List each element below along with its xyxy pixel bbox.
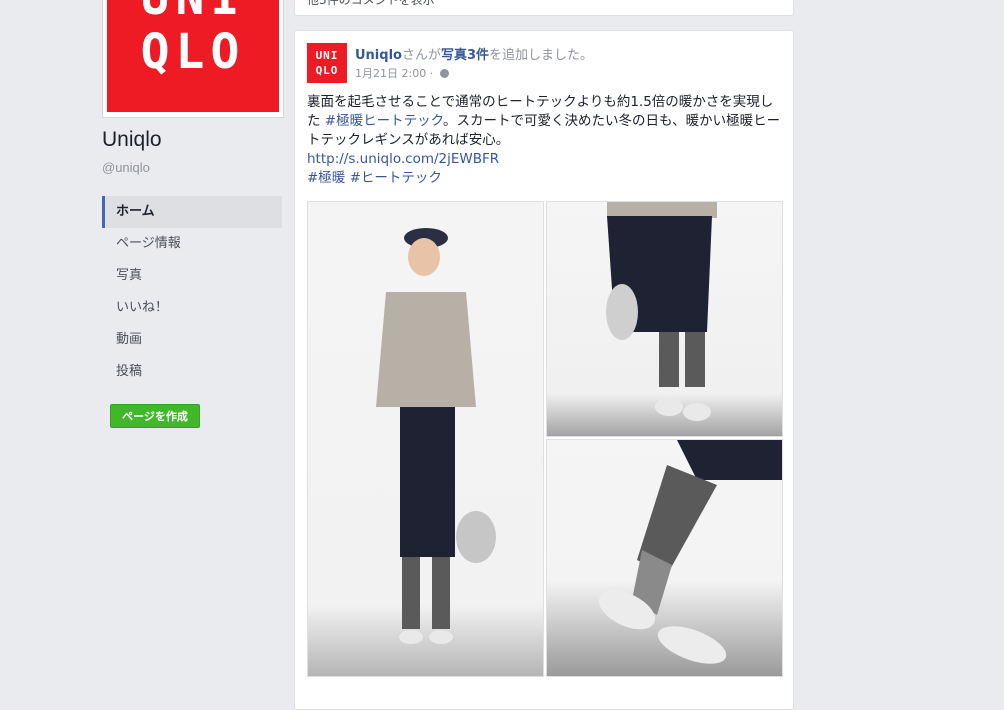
page-nav: ホーム ページ情報 写真 いいね！ 動画 投稿: [102, 196, 282, 388]
author-name-link[interactable]: Uniqlo: [355, 48, 402, 63]
hashtag-gokudan[interactable]: #極暖: [307, 170, 345, 186]
photo-1-illustration: [376, 228, 496, 644]
avatar-text-row1: UNI: [315, 49, 339, 62]
post-photo-2[interactable]: [546, 201, 783, 437]
meta-separator: ·: [429, 67, 434, 80]
post-photo-1[interactable]: [307, 201, 544, 677]
nav-item-about[interactable]: ページ情報: [102, 228, 282, 260]
post-meta: 1月21日 2:00 ·: [355, 65, 449, 81]
view-more-comments-link[interactable]: 他3件のコメントを表示: [307, 0, 435, 8]
header-action: を追加しました。: [489, 48, 594, 63]
post-body: 裏面を起毛させることで通常のヒートテックよりも約1.5倍の暖かさを実現した #極…: [307, 93, 781, 188]
page-profile-picture[interactable]: UNI QLO: [102, 0, 284, 118]
photo-2-illustration: [606, 202, 717, 421]
logo-text-row2: QLO: [140, 24, 246, 80]
post-card: UNI QLO Uniqloさんが写真3件を追加しました。 1月21日 2:00…: [294, 30, 794, 710]
nav-item-home[interactable]: ホーム: [102, 196, 282, 228]
avatar-text-row2: QLO: [315, 64, 339, 77]
nav-item-photos[interactable]: 写真: [102, 260, 282, 292]
photo-3-illustration: [598, 440, 782, 664]
nav-item-likes[interactable]: いいね！: [102, 292, 282, 324]
photos-link[interactable]: 写真3件: [441, 48, 489, 63]
author-avatar[interactable]: UNI QLO: [307, 43, 347, 83]
post-timestamp[interactable]: 1月21日 2:00: [355, 67, 426, 80]
previous-post-card: 他3件のコメントを表示: [294, 0, 794, 16]
header-connector: さんが: [401, 48, 441, 63]
globe-icon: [439, 69, 449, 78]
uniqlo-logo: UNI QLO: [107, 0, 279, 112]
logo-text-row1: UNI: [107, 0, 279, 23]
hashtag-gokudan-heattech[interactable]: #極暖ヒートテック: [325, 113, 443, 129]
post-url-link[interactable]: http://s.uniqlo.com/2jEWBFR: [307, 151, 499, 167]
nav-item-videos[interactable]: 動画: [102, 324, 282, 356]
page-name[interactable]: Uniqlo: [102, 128, 162, 152]
hashtag-heattech[interactable]: #ヒートテック: [350, 170, 442, 186]
post-photo-3[interactable]: [546, 439, 783, 677]
page-handle: @uniqlo: [102, 160, 150, 175]
nav-item-posts[interactable]: 投稿: [102, 356, 282, 388]
create-page-button[interactable]: ページを作成: [110, 404, 200, 428]
post-header: Uniqloさんが写真3件を追加しました。: [355, 44, 593, 63]
